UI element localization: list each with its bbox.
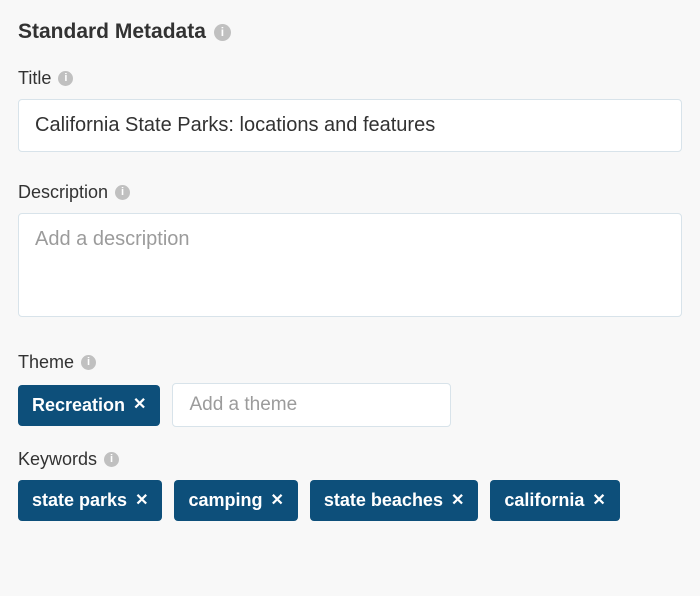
title-label: Title i	[18, 68, 682, 89]
description-input[interactable]	[18, 213, 682, 317]
keyword-tag-label: california	[504, 490, 584, 511]
keywords-field-group: Keywords i state parks ✕ camping ✕ state…	[18, 449, 682, 521]
keyword-tag-label: state beaches	[324, 490, 443, 511]
info-icon[interactable]: i	[81, 355, 96, 370]
title-input[interactable]	[18, 99, 682, 152]
keywords-label: Keywords i	[18, 449, 682, 470]
keyword-tag[interactable]: camping ✕	[174, 480, 297, 521]
keywords-label-text: Keywords	[18, 449, 97, 470]
info-icon[interactable]: i	[58, 71, 73, 86]
keyword-tag[interactable]: state beaches ✕	[310, 480, 478, 521]
keyword-tag-label: camping	[188, 490, 262, 511]
close-icon[interactable]: ✕	[451, 493, 464, 509]
keyword-tag[interactable]: state parks ✕	[18, 480, 162, 521]
description-label: Description i	[18, 182, 682, 203]
close-icon[interactable]: ✕	[270, 493, 283, 509]
keywords-tag-row: state parks ✕ camping ✕ state beaches ✕ …	[18, 480, 682, 521]
info-icon[interactable]: i	[104, 452, 119, 467]
theme-label-text: Theme	[18, 352, 74, 373]
info-icon[interactable]: i	[115, 185, 130, 200]
theme-input[interactable]	[172, 383, 451, 427]
close-icon[interactable]: ✕	[135, 493, 148, 509]
section-header: Standard Metadata i	[18, 20, 682, 44]
keyword-tag-label: state parks	[32, 490, 127, 511]
info-icon[interactable]: i	[214, 24, 231, 41]
theme-tag-row: Recreation ✕	[18, 383, 682, 427]
title-label-text: Title	[18, 68, 51, 89]
theme-label: Theme i	[18, 352, 682, 373]
description-field-group: Description i	[18, 182, 682, 322]
theme-field-group: Theme i Recreation ✕	[18, 352, 682, 427]
theme-tag[interactable]: Recreation ✕	[18, 385, 160, 426]
close-icon[interactable]: ✕	[592, 493, 605, 509]
close-icon[interactable]: ✕	[133, 397, 146, 413]
theme-tag-label: Recreation	[32, 395, 125, 416]
description-label-text: Description	[18, 182, 108, 203]
title-field-group: Title i	[18, 68, 682, 152]
keyword-tag[interactable]: california ✕	[490, 480, 619, 521]
section-header-text: Standard Metadata	[18, 20, 206, 44]
